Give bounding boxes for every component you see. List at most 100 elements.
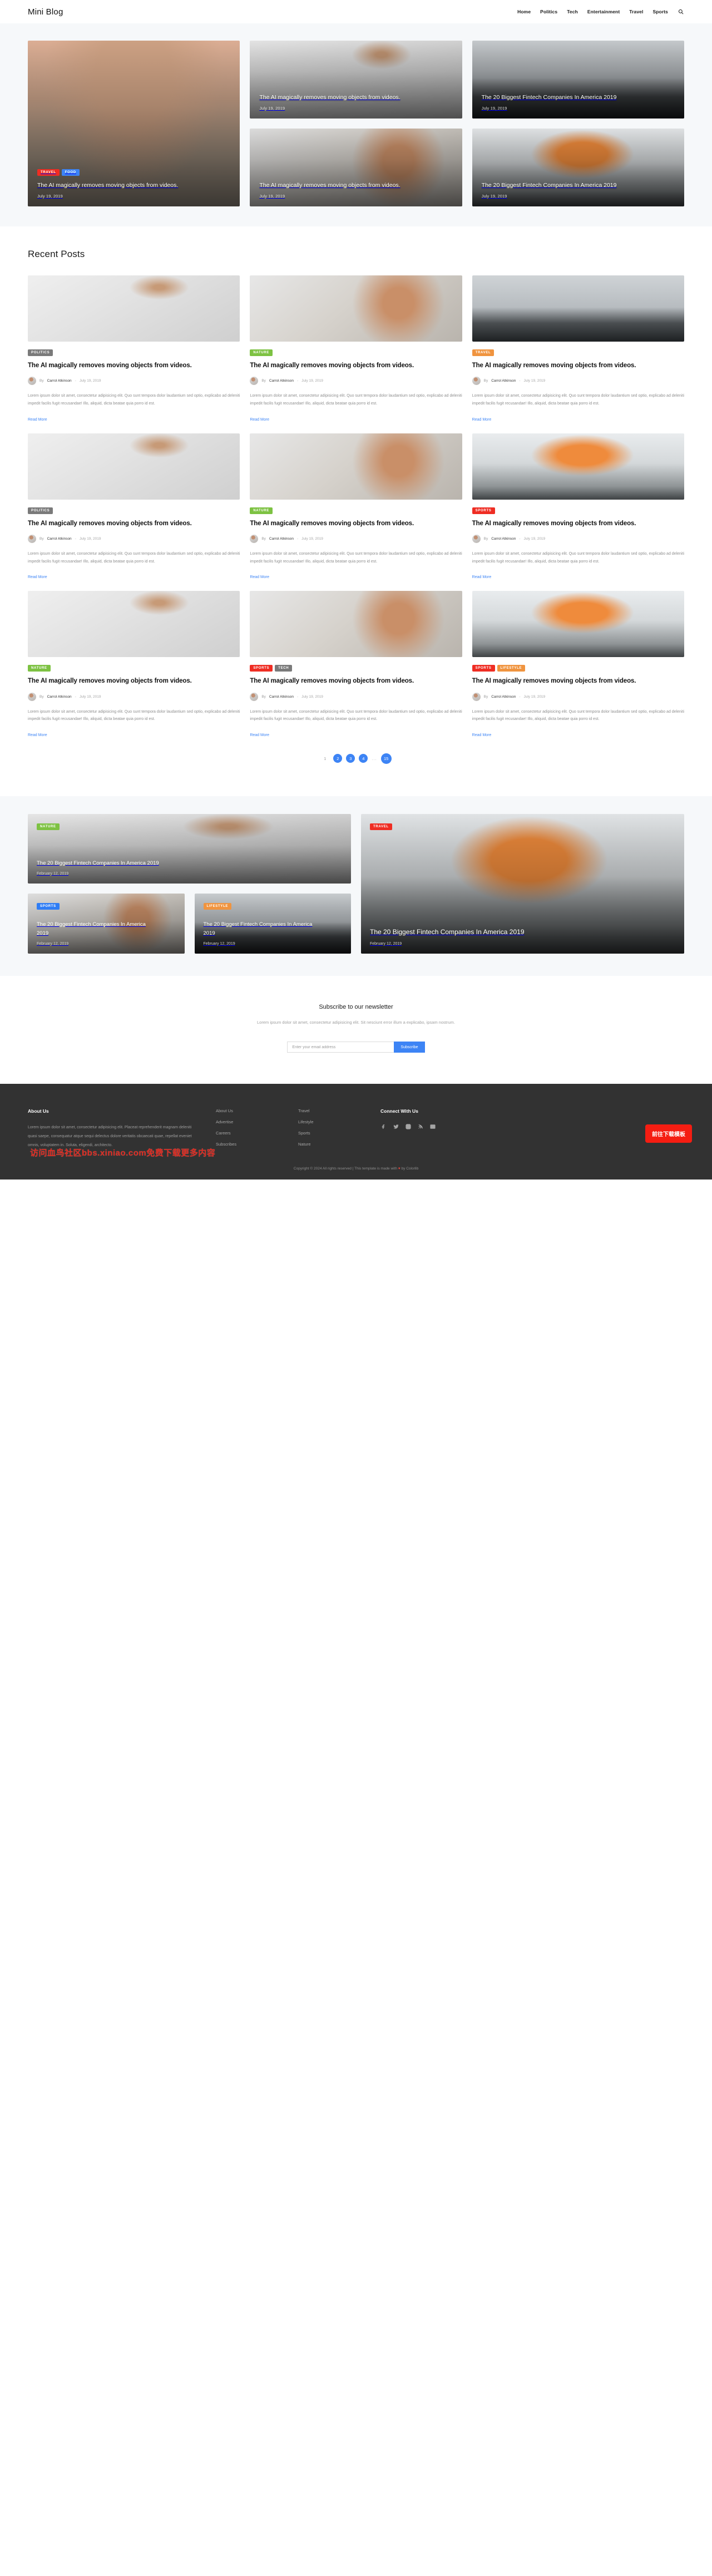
read-more-link[interactable]: Read More	[472, 575, 492, 579]
read-more-link[interactable]: Read More	[28, 575, 47, 579]
post-title[interactable]: The AI magically removes moving objects …	[472, 677, 684, 685]
featured-card-small-1[interactable]: SPORTS The 20 Biggest Fintech Companies …	[28, 893, 185, 954]
post-card[interactable]: SPORTS The AI magically removes moving o…	[472, 433, 684, 581]
nav-item-sports[interactable]: Sports	[652, 9, 668, 14]
tag-sports[interactable]: SPORTS	[250, 665, 273, 672]
meta-author[interactable]: Carrol Atkinson	[491, 537, 516, 541]
post-card[interactable]: SPORTS TECH The AI magically removes movi…	[250, 591, 462, 739]
post-title[interactable]: The AI magically removes moving objects …	[28, 361, 240, 370]
email-input[interactable]	[287, 1042, 394, 1053]
post-card[interactable]: SPORTS LIFESTYLE The AI magically removes…	[472, 591, 684, 739]
meta-author[interactable]: Carrol Atkinson	[491, 695, 516, 699]
hero-card-top-left[interactable]: The AI magically removes moving objects …	[250, 41, 462, 119]
footer-link-careers[interactable]: Careers	[216, 1131, 277, 1136]
nav-item-home[interactable]: Home	[517, 9, 531, 14]
post-thumbnail[interactable]	[472, 591, 684, 658]
footer-link-about-us[interactable]: About Us	[216, 1108, 277, 1113]
subscribe-button[interactable]: Subscribe	[394, 1042, 425, 1053]
post-title[interactable]: The AI magically removes moving objects …	[472, 519, 684, 528]
read-more-link[interactable]: Read More	[250, 575, 269, 579]
hero-card-top-right[interactable]: The 20 Biggest Fintech Companies In Amer…	[472, 41, 684, 119]
featured-card-tall[interactable]: TRAVEL The 20 Biggest Fintech Companies …	[361, 813, 684, 954]
post-card[interactable]: POLITICS The AI magically removes moving…	[28, 433, 240, 581]
tag-nature[interactable]: NATURE	[28, 665, 51, 672]
post-thumbnail[interactable]	[28, 591, 240, 658]
footer-link-lifestyle[interactable]: Lifestyle	[298, 1119, 359, 1124]
pagination-page-2[interactable]: 2	[333, 754, 343, 763]
post-title[interactable]: The AI magically removes moving objects …	[250, 677, 462, 685]
post-card[interactable]: POLITICS The AI magically removes moving…	[28, 275, 240, 423]
tag-food[interactable]: FOOD	[61, 169, 80, 176]
meta-author[interactable]: Carrol Atkinson	[47, 537, 72, 541]
read-more-link[interactable]: Read More	[28, 418, 47, 422]
post-thumbnail[interactable]	[250, 433, 462, 500]
download-template-button[interactable]: 前往下载模板	[645, 1124, 692, 1143]
tag-tech[interactable]: TECH	[275, 665, 293, 672]
post-card[interactable]: NATURE The AI magically removes moving o…	[250, 275, 462, 423]
facebook-icon[interactable]	[380, 1123, 387, 1129]
footer-link-nature[interactable]: Nature	[298, 1142, 359, 1147]
rss-icon[interactable]	[417, 1123, 423, 1129]
pagination-page-1[interactable]: 1	[320, 754, 329, 763]
post-title[interactable]: The AI magically removes moving objects …	[28, 519, 240, 528]
tag-travel[interactable]: TRAVEL	[370, 823, 392, 830]
hero-card-bottom-right[interactable]: The 20 Biggest Fintech Companies In Amer…	[472, 129, 684, 206]
hero-card-bottom-left[interactable]: The AI magically removes moving objects …	[250, 129, 462, 206]
nav-item-travel[interactable]: Travel	[629, 9, 643, 14]
tag-politics[interactable]: POLITICS	[28, 507, 53, 514]
post-title[interactable]: The AI magically removes moving objects …	[472, 361, 684, 370]
site-brand[interactable]: Mini Blog	[28, 7, 63, 17]
nav-item-tech[interactable]: Tech	[567, 9, 578, 14]
tag-travel[interactable]: TRAVEL	[472, 349, 495, 356]
email-icon[interactable]	[429, 1123, 436, 1129]
post-thumbnail[interactable]	[250, 591, 462, 658]
tag-nature[interactable]: NATURE	[37, 823, 60, 830]
read-more-link[interactable]: Read More	[472, 733, 492, 737]
tag-sports[interactable]: SPORTS	[472, 665, 495, 672]
read-more-link[interactable]: Read More	[250, 418, 269, 422]
post-card[interactable]: TRAVEL The AI magically removes moving o…	[472, 275, 684, 423]
footer-link-subscribes[interactable]: Subscribes	[216, 1142, 277, 1147]
read-more-link[interactable]: Read More	[472, 418, 492, 422]
twitter-icon[interactable]	[393, 1123, 399, 1129]
meta-author[interactable]: Carrol Atkinson	[269, 537, 294, 541]
instagram-icon[interactable]	[405, 1123, 411, 1129]
meta-author[interactable]: Carrol Atkinson	[47, 379, 72, 383]
post-thumbnail[interactable]	[250, 275, 462, 342]
tag-nature[interactable]: NATURE	[250, 507, 273, 514]
post-title[interactable]: The AI magically removes moving objects …	[28, 677, 240, 685]
featured-card-small-2[interactable]: LIFESTYLE The 20 Biggest Fintech Compani…	[194, 893, 351, 954]
footer-link-advertise[interactable]: Advertise	[216, 1119, 277, 1124]
tag-politics[interactable]: POLITICS	[28, 349, 53, 356]
footer-link-travel[interactable]: Travel	[298, 1108, 359, 1113]
hero-card-center[interactable]: TRAVEL FOOD The AI magically removes mov…	[28, 41, 240, 206]
meta-author[interactable]: Carrol Atkinson	[47, 695, 72, 699]
nav-item-politics[interactable]: Politics	[540, 9, 557, 14]
read-more-link[interactable]: Read More	[28, 733, 47, 737]
tag-nature[interactable]: NATURE	[250, 349, 273, 356]
tag-lifestyle[interactable]: LIFESTYLE	[203, 902, 232, 910]
tag-lifestyle[interactable]: LIFESTYLE	[497, 665, 526, 672]
post-card[interactable]: NATURE The AI magically removes moving o…	[28, 591, 240, 739]
post-title[interactable]: The AI magically removes moving objects …	[250, 361, 462, 370]
meta-author[interactable]: Carrol Atkinson	[269, 379, 294, 383]
post-title[interactable]: The AI magically removes moving objects …	[250, 519, 462, 528]
tag-travel[interactable]: TRAVEL	[37, 169, 60, 176]
nav-item-entertainment[interactable]: Entertainment	[587, 9, 620, 14]
meta-author[interactable]: Carrol Atkinson	[491, 379, 516, 383]
post-thumbnail[interactable]	[472, 433, 684, 500]
read-more-link[interactable]: Read More	[250, 733, 269, 737]
post-thumbnail[interactable]	[28, 433, 240, 500]
post-thumbnail[interactable]	[472, 275, 684, 342]
post-card[interactable]: NATURE The AI magically removes moving o…	[250, 433, 462, 581]
pagination-page-4[interactable]: 4	[359, 754, 368, 763]
featured-card-big[interactable]: NATURE The 20 Biggest Fintech Companies …	[28, 813, 351, 884]
tag-sports[interactable]: SPORTS	[37, 902, 60, 910]
tag-sports[interactable]: SPORTS	[472, 507, 495, 514]
post-thumbnail[interactable]	[28, 275, 240, 342]
pagination-page-3[interactable]: 3	[346, 754, 355, 763]
meta-author[interactable]: Carrol Atkinson	[269, 695, 294, 699]
search-icon[interactable]	[678, 8, 684, 15]
footer-link-sports[interactable]: Sports	[298, 1131, 359, 1136]
pagination-page-last[interactable]: 15	[380, 753, 392, 764]
